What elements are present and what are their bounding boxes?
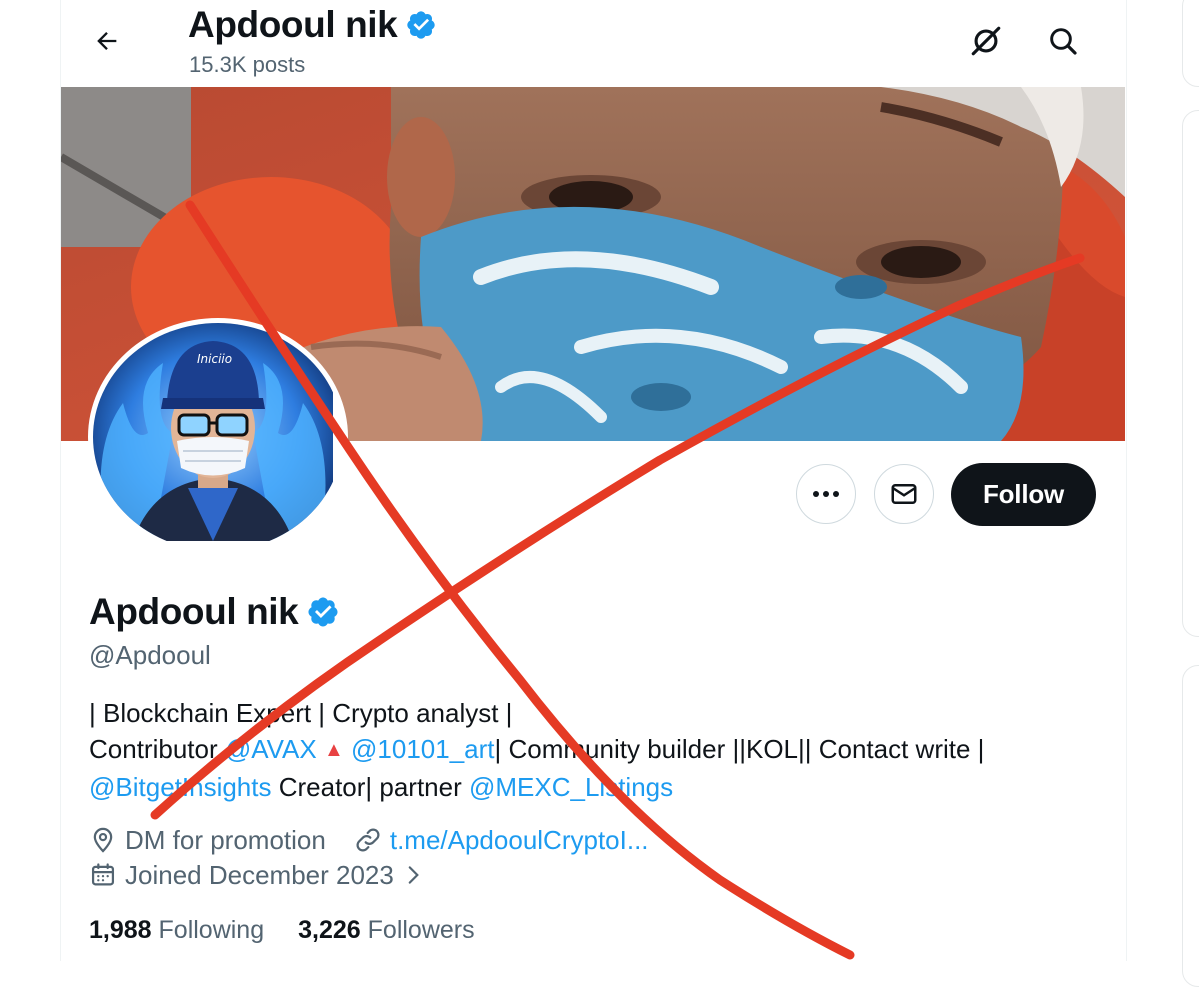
profile-handle: @Apdooul — [89, 640, 211, 670]
joined-row[interactable]: Joined December 2023 — [89, 857, 424, 893]
profile-name-row: Apdooul nik — [89, 590, 340, 634]
rail-card[interactable] — [1182, 0, 1199, 87]
svg-text:Iniciio: Iniciio — [197, 352, 232, 366]
following-stat[interactable]: 1,988 Following — [89, 916, 264, 945]
profile-avatar[interactable]: Iniciio — [88, 318, 348, 556]
bio-text: | Community builder ||KOL|| Contact writ… — [494, 733, 985, 764]
mention-link[interactable]: @10101_art — [351, 734, 495, 764]
message-button[interactable] — [874, 464, 934, 524]
link-icon — [356, 828, 380, 852]
bio-text: Contributor — [89, 733, 225, 764]
mention-link[interactable]: @BitgetInsights — [89, 772, 271, 802]
mention-link[interactable]: @AVAX — [225, 734, 317, 764]
back-arrow-icon — [97, 32, 117, 50]
mention-link[interactable]: @MEXC_Listings — [469, 772, 673, 802]
grok-button[interactable] — [963, 18, 1009, 64]
joined-text: Joined December 2023 — [125, 859, 394, 890]
joined-item[interactable]: Joined December 2023 — [89, 860, 424, 891]
location-item: DM for promotion — [89, 825, 326, 856]
verified-badge-icon[interactable] — [306, 595, 340, 629]
post-count: 15.3K posts — [189, 52, 306, 77]
envelope-icon — [891, 484, 917, 504]
location-text: DM for promotion — [125, 824, 326, 855]
followers-label: Followers — [367, 915, 475, 944]
grok-icon — [971, 26, 1001, 56]
rail-card[interactable] — [1182, 110, 1199, 637]
bio-line: @BitgetInsights Creator| partner @MEXC_L… — [89, 770, 1099, 806]
profile-name: Apdooul nik — [89, 591, 299, 632]
follow-button[interactable]: Follow — [951, 463, 1096, 526]
search-button[interactable] — [1040, 18, 1086, 64]
back-button[interactable] — [84, 18, 130, 64]
more-dots-icon — [813, 491, 839, 497]
header-name: Apdooul nik — [188, 4, 398, 45]
avax-logo-icon: ▲ — [323, 738, 344, 761]
bio-line: Contributor @AVAX ▲ @10101_art| Communit… — [89, 732, 1099, 771]
website-link[interactable]: t.me/ApdooulCryptoI... — [390, 825, 649, 856]
profile-meta-row: DM for promotion t.me/ApdooulCryptoI... — [89, 822, 649, 858]
profile-bio: | Blockchain Expert | Crypto analyst | C… — [89, 696, 1099, 806]
follow-stats: 1,988 Following 3,226 Followers — [89, 912, 475, 948]
verified-badge-icon — [407, 11, 436, 39]
website-item[interactable]: t.me/ApdooulCryptoI... — [354, 825, 649, 856]
more-options-button[interactable] — [796, 464, 856, 524]
right-rail — [1182, 0, 1199, 987]
chevron-right-icon — [408, 866, 419, 884]
following-label: Following — [158, 915, 265, 944]
bio-text: Creator| partner — [271, 772, 469, 802]
calendar-icon — [91, 863, 115, 886]
search-icon — [1050, 28, 1077, 55]
bio-line: | Blockchain Expert | Crypto analyst | — [89, 698, 513, 728]
bio-text — [344, 734, 351, 764]
followers-count: 3,226 — [298, 915, 361, 944]
following-count: 1,988 — [89, 915, 152, 944]
header-title: Apdooul nik — [188, 4, 437, 46]
location-pin-icon — [93, 827, 113, 853]
followers-stat[interactable]: 3,226 Followers — [298, 916, 475, 945]
rail-card[interactable] — [1182, 665, 1199, 987]
